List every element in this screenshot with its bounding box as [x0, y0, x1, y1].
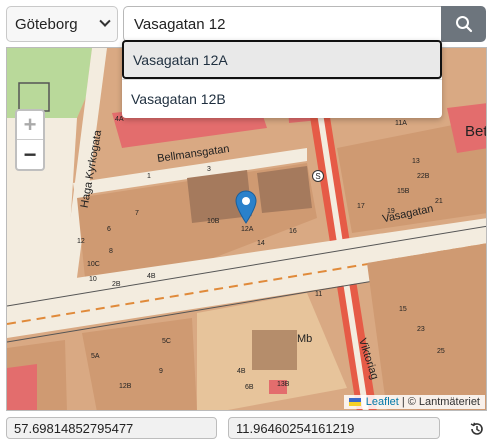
- house-number: 25: [437, 348, 445, 355]
- house-number: 4B: [147, 273, 156, 280]
- house-number: 14: [257, 240, 265, 247]
- zoom-in-button[interactable]: +: [17, 111, 43, 140]
- house-number: 4B: [237, 368, 246, 375]
- house-number: 6B: [245, 384, 254, 391]
- location-marker-icon[interactable]: [235, 190, 257, 224]
- house-number: 11: [315, 291, 323, 298]
- attribution-copyright: © Lantmäteriet: [407, 396, 480, 408]
- building-label-mb: Mb: [297, 333, 313, 345]
- street-label-bet: Bet: [465, 123, 487, 140]
- address-search-value: Vasagatan 12: [134, 15, 226, 33]
- house-number: 5C: [162, 338, 171, 345]
- house-number: 10C: [87, 261, 100, 268]
- house-number: 12A: [241, 226, 254, 233]
- house-number: 22B: [417, 173, 430, 180]
- house-number: 10B: [207, 218, 220, 225]
- suggestion-item[interactable]: Vasagatan 12A: [122, 40, 442, 79]
- leaflet-link[interactable]: Leaflet: [366, 396, 399, 408]
- house-number: 13: [412, 158, 420, 165]
- longitude-field[interactable]: 11.96460254161219: [228, 417, 440, 439]
- house-number: 9: [159, 368, 163, 375]
- house-number: 21: [435, 198, 443, 205]
- suggestion-item[interactable]: Vasagatan 12B: [122, 79, 442, 118]
- search-icon: [455, 16, 472, 33]
- suggestion-label: Vasagatan 12A: [133, 51, 228, 68]
- attribution-separator: |: [401, 396, 405, 408]
- bus-stop-marker: S: [312, 170, 324, 182]
- house-number: 5A: [91, 353, 100, 360]
- suggestion-list: Vasagatan 12A Vasagatan 12B: [122, 40, 442, 118]
- house-number: 11A: [395, 120, 407, 127]
- house-number: 16: [289, 228, 297, 235]
- house-number: 3: [207, 166, 211, 173]
- house-number: 15B: [397, 188, 410, 195]
- search-button[interactable]: [441, 6, 486, 42]
- ukraine-flag-icon: [348, 398, 361, 406]
- house-number: 17: [357, 203, 365, 210]
- latitude-value: 57.69814852795477: [14, 420, 134, 436]
- zoom-control: + −: [15, 109, 45, 171]
- address-search-input[interactable]: Vasagatan 12: [123, 6, 441, 42]
- house-number: 23: [417, 326, 425, 333]
- house-number: 7: [135, 210, 139, 217]
- house-number: 8: [109, 248, 113, 255]
- latitude-field[interactable]: 57.69814852795477: [6, 417, 217, 439]
- chevron-down-icon: [99, 15, 111, 27]
- house-number: 2B: [112, 281, 121, 288]
- history-icon: [470, 422, 483, 435]
- house-number: 10: [89, 276, 97, 283]
- suggestion-label: Vasagatan 12B: [131, 91, 226, 107]
- house-number: 6: [107, 226, 111, 233]
- longitude-value: 11.96460254161219: [236, 420, 355, 436]
- history-button[interactable]: [466, 418, 488, 440]
- house-number: 12: [77, 238, 85, 245]
- city-select[interactable]: Göteborg: [6, 6, 118, 42]
- house-number: 13B: [277, 381, 290, 388]
- house-number: 12B: [119, 383, 132, 390]
- house-number: 15: [399, 306, 407, 313]
- house-number: 1: [147, 173, 151, 180]
- map-attribution: Leaflet | © Lantmäteriet: [343, 395, 485, 409]
- zoom-out-button[interactable]: −: [17, 140, 43, 169]
- city-select-value: Göteborg: [15, 15, 78, 33]
